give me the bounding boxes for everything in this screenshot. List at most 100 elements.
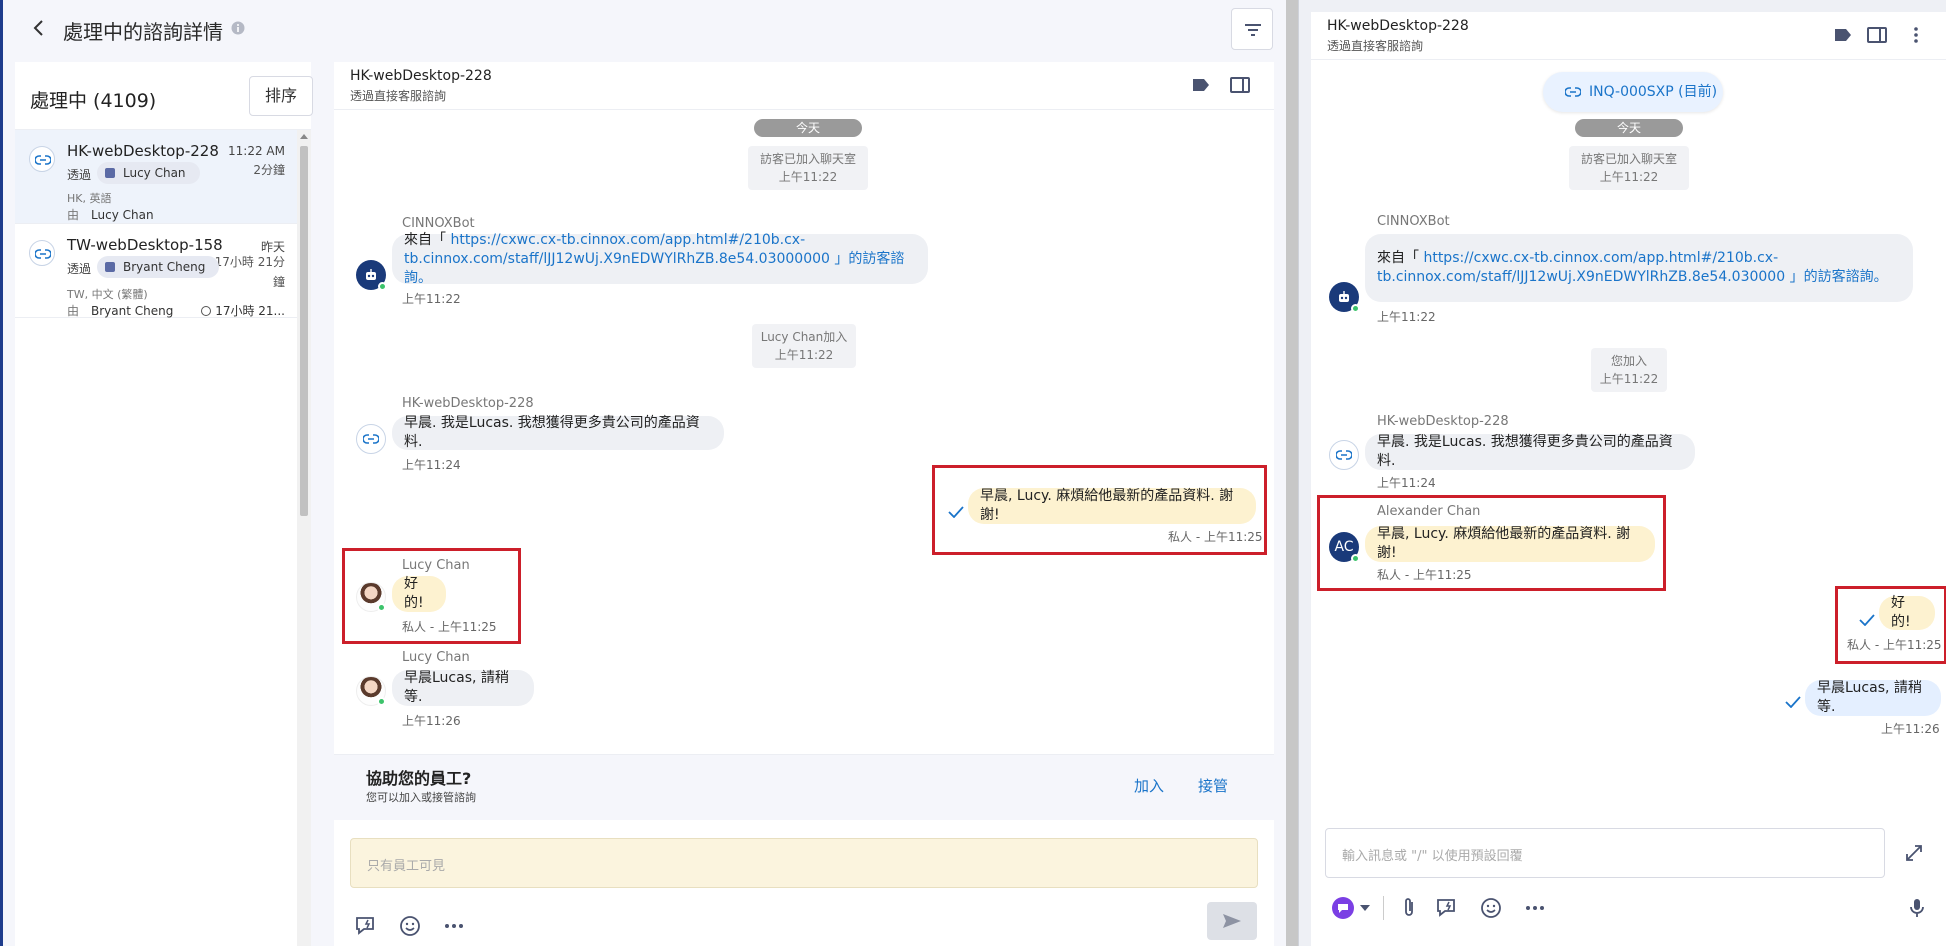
lucy-avatar [356, 676, 386, 706]
agent-chip: Bryant Cheng [97, 256, 220, 278]
assist-title: 協助您的員工? [366, 769, 472, 788]
date-pill: 今天 [754, 119, 862, 137]
conversation-owner: 由 Lucy Chan [67, 206, 154, 223]
wait-time: 17小時 21... [201, 302, 285, 319]
microphone-icon[interactable] [1905, 896, 1929, 920]
sort-button[interactable]: 排序 [249, 76, 313, 116]
inquiry-label: INQ-000SXP (目前) [1589, 84, 1718, 100]
emoji-icon[interactable] [398, 914, 422, 938]
conversation-count-title: 處理中 (4109) [30, 90, 157, 112]
tag-icon[interactable] [1834, 28, 1852, 42]
more-icon[interactable] [442, 914, 466, 938]
join-button[interactable]: 加入 [1134, 775, 1164, 796]
info-icon[interactable] [231, 21, 245, 35]
date-pill: 今天 [1575, 119, 1683, 137]
via-label: 透過 [67, 168, 92, 182]
agent-chip-label: Lucy Chan [123, 166, 186, 180]
message-bubble: 來自「 https://cxwc.cx-tb.cinnox.com/app.ht… [1365, 234, 1913, 302]
chat-panel: HK-webDesktop-228 透過直接客服諮詢 今天 訪客已加入聊天室 上午… [334, 62, 1274, 946]
emoji-icon[interactable] [1479, 896, 1503, 920]
system-message-time: 上午11:22 [774, 348, 834, 362]
conversation-list-scrollbar[interactable] [297, 130, 311, 946]
scroll-up-arrow-icon[interactable] [300, 134, 308, 139]
conversation-item-tw[interactable]: TW-webDesktop-158 昨天 17小時 21分鐘 透過 Bryant… [15, 224, 297, 318]
bot-avatar [356, 260, 387, 291]
message-text: 早晨Lucas, 請稍等. [1817, 680, 1922, 715]
highlight-box [342, 548, 521, 644]
message-text: 」的訪客諮詢。 [1785, 269, 1888, 285]
side-panel-icon[interactable] [1867, 27, 1887, 43]
conversation-duration: 2分鐘 [253, 163, 285, 177]
agent-chip-label: Bryant Cheng [123, 260, 206, 274]
wait-time-label: 17小時 21... [215, 304, 285, 318]
filter-button[interactable] [1231, 8, 1273, 50]
system-message: 訪客已加入聊天室 上午11:22 [1569, 146, 1689, 190]
message-time: 上午11:24 [402, 458, 461, 472]
attachment-icon[interactable] [1397, 896, 1421, 920]
bot-avatar [1329, 282, 1360, 313]
sender-name: HK-webDesktop-228 [402, 396, 534, 411]
conversation-meta: TW, 中文 (繁體) [67, 288, 148, 301]
sent-check-icon [1785, 696, 1801, 708]
message-input[interactable]: 輸入訊息或 "/" 以使用預設回覆 [1325, 828, 1885, 878]
inquiry-chip[interactable]: INQ-000SXP (目前) [1543, 72, 1723, 112]
duration-line: 17小時 21分 [214, 255, 285, 269]
message-link[interactable]: https://cxwc.cx-tb.cinnox.com/app.html#/… [450, 232, 805, 248]
takeover-button[interactable]: 接管 [1198, 775, 1228, 796]
channel-icon[interactable] [1331, 896, 1355, 920]
conversation-meta: HK, 英語 [67, 192, 112, 205]
chat-subtitle: 透過直接客服諮詢 [1327, 39, 1424, 53]
sender-name: CINNOXBot [1377, 214, 1450, 229]
message-link[interactable]: tb.cinnox.com/staff/lJJ12wUj.X9nEDWYlRhZ… [404, 251, 830, 267]
message-bubble: 早晨Lucas, 請稍等. [1805, 680, 1941, 716]
highlight-box [932, 465, 1267, 555]
message-bubble: 來自「 https://cxwc.cx-tb.cinnox.com/app.ht… [392, 232, 928, 286]
back-arrow-icon[interactable] [29, 18, 49, 38]
visitor-avatar [1329, 440, 1359, 470]
message-text: 早晨. 我是Lucas. 我想獲得更多貴公司的產品資料. [404, 415, 700, 450]
quick-reply-icon[interactable] [354, 914, 378, 938]
agent-window: 處理中的諮詢詳情 處理中 (4109) 排序 HK-webDesktop-228… [0, 0, 1299, 946]
send-icon [1223, 914, 1241, 928]
agent-chip: Lucy Chan [97, 162, 200, 184]
agent-icon [105, 262, 115, 272]
system-message-text: 您加入 [1610, 354, 1647, 368]
message-link[interactable]: https://cxwc.cx-tb.cinnox.com/app.html#/… [1423, 250, 1778, 266]
expand-icon[interactable] [1903, 842, 1925, 864]
assist-subtitle: 您可以加入或接管諮詢 [366, 791, 476, 804]
staff-note-placeholder: 只有員工可見 [367, 859, 446, 874]
quick-reply-icon[interactable] [1435, 896, 1459, 920]
sender-name: CINNOXBot [402, 216, 475, 231]
visitor-avatar [356, 424, 386, 454]
chevron-down-icon[interactable] [1359, 904, 1371, 912]
chat-subtitle: 透過直接客服諮詢 [350, 89, 447, 103]
conversation-duration: 17小時 21分鐘 [215, 252, 285, 292]
by-label: 由 [67, 304, 80, 318]
link-icon [1565, 87, 1581, 97]
scrollbar-thumb[interactable] [300, 146, 308, 516]
more-icon[interactable] [1523, 896, 1547, 920]
chat-header: HK-webDesktop-228 透過直接客服諮詢 [1311, 12, 1946, 60]
tag-icon[interactable] [1192, 78, 1210, 92]
system-message-time: 上午11:22 [778, 170, 838, 184]
online-indicator [378, 282, 387, 291]
message-bubble: 早晨. 我是Lucas. 我想獲得更多貴公司的產品資料. [392, 415, 724, 450]
sender-name: Lucy Chan [402, 650, 470, 665]
chat-title: HK-webDesktop-228 [350, 68, 492, 84]
system-message: 您加入 上午11:22 [1591, 348, 1667, 392]
conversation-item-hk[interactable]: HK-webDesktop-228 11:22 AM 2分鐘 透過 Lucy C… [15, 130, 297, 224]
send-button[interactable] [1207, 902, 1257, 940]
system-message: 訪客已加入聊天室 上午11:22 [748, 146, 868, 190]
more-vertical-icon[interactable] [1907, 26, 1925, 44]
side-panel-icon[interactable] [1230, 77, 1250, 93]
agent-icon [105, 168, 115, 178]
link-channel-icon [29, 146, 55, 172]
system-message: Lucy Chan加入 上午11:22 [752, 324, 856, 368]
message-link[interactable]: tb.cinnox.com/staff/lJJ12wUj.X9nEDWYlRhZ… [1377, 269, 1785, 285]
staff-note-input[interactable]: 只有員工可見 [350, 838, 1258, 888]
filter-icon [1245, 24, 1261, 36]
system-message-time: 上午11:22 [1599, 170, 1659, 184]
visitor-window: HK-webDesktop-228 透過直接客服諮詢 INQ-000SXP (目… [1298, 0, 1946, 946]
highlight-box [1317, 495, 1666, 591]
message-time: 上午11:26 [1881, 722, 1940, 736]
